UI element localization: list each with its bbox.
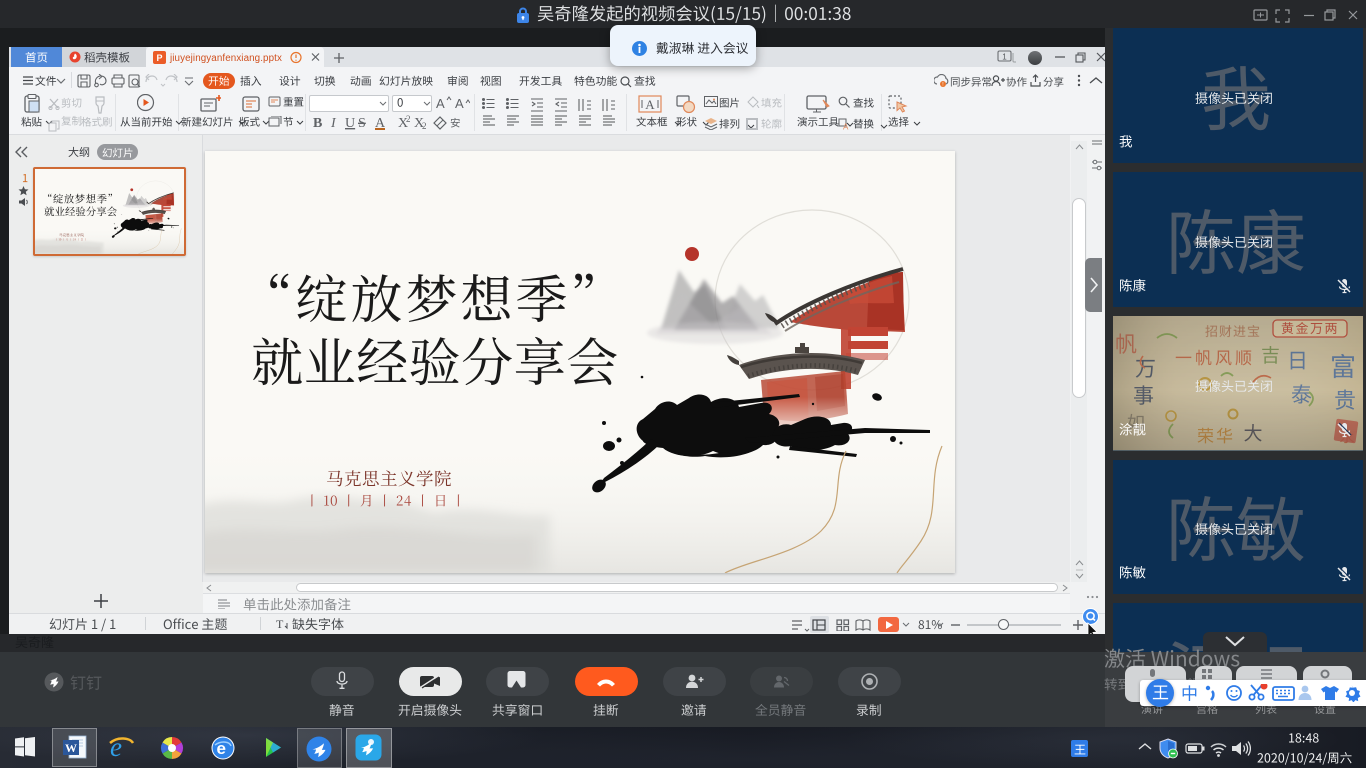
svg-text:W: W: [65, 741, 77, 755]
svg-text:A: A: [436, 96, 445, 111]
svg-text:!: !: [942, 82, 943, 87]
svg-text:e: e: [110, 733, 122, 760]
svg-text:A: A: [455, 96, 464, 111]
svg-text:S: S: [358, 116, 366, 131]
svg-text:T: T: [276, 617, 284, 630]
svg-text:2: 2: [406, 114, 411, 124]
svg-text:1: 1: [1002, 53, 1007, 62]
svg-text:U: U: [345, 116, 355, 131]
svg-text:P: P: [156, 53, 162, 63]
svg-text:A: A: [843, 123, 849, 131]
svg-text:B: B: [313, 116, 322, 131]
svg-text:2: 2: [422, 121, 427, 131]
svg-text:A: A: [645, 97, 655, 112]
svg-text:I: I: [330, 116, 337, 131]
